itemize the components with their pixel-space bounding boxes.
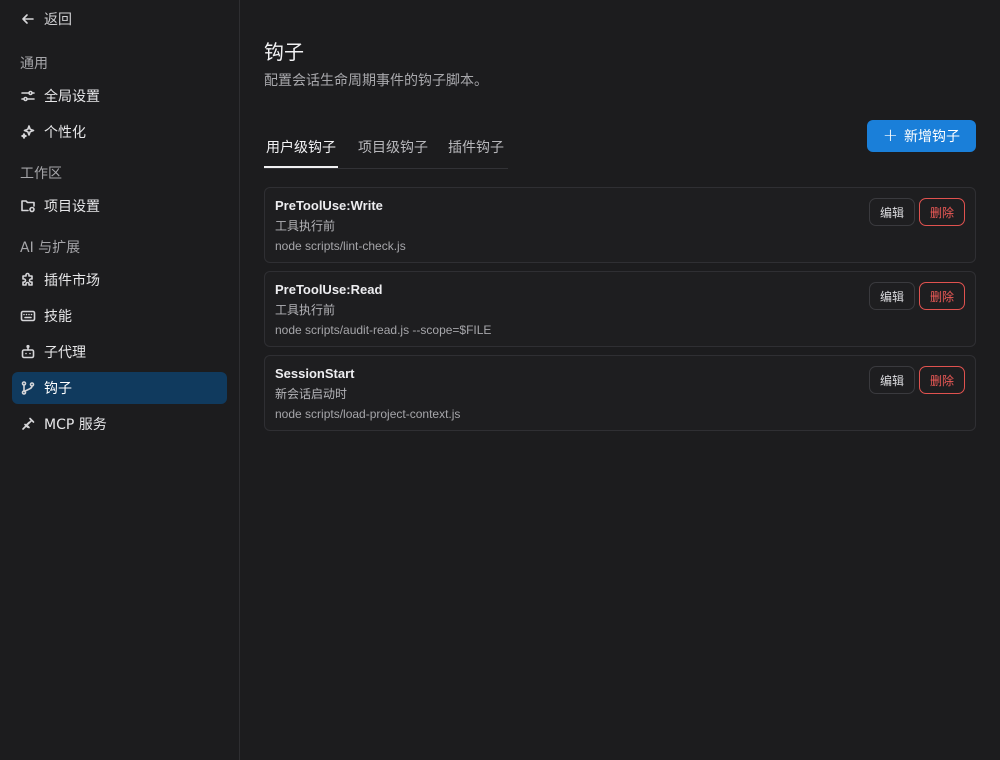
tab-label: 用户级钩子 [266,140,336,156]
delete-button[interactable]: 删除 [918,198,965,226]
sidebar-item-subagents[interactable]: 子代理 [12,336,227,368]
sidebar-item-global-settings[interactable]: 全局设置 [12,80,227,112]
hook-name: PreToolUse:Write [275,198,383,213]
main-content: 钩子 配置会话生命周期事件的钩子脚本。 用户级钩子 项目级钩子 插件钩子 + 新… [240,0,1000,760]
tab-project-hooks[interactable]: 项目级钩子 [358,128,428,168]
hook-command: node scripts/load-project-context.js [275,407,461,421]
edit-button[interactable]: 编辑 [868,282,915,310]
puzzle-icon [20,272,36,288]
hook-list: PreToolUse:Write 工具执行前 node scripts/lint… [264,187,976,431]
edit-button[interactable]: 编辑 [868,198,915,226]
page-description: 配置会话生命周期事件的钩子脚本。 [264,73,488,89]
edit-button[interactable]: 编辑 [868,366,915,394]
hook-name: PreToolUse:Read [275,282,383,297]
sidebar-item-project-settings[interactable]: 项目设置 [12,190,227,222]
section-label-workspace: 工作区 [20,166,62,182]
sidebar-item-label: 个性化 [44,125,86,141]
hook-command: node scripts/lint-check.js [275,239,406,253]
tab-plugin-hooks[interactable]: 插件钩子 [448,128,504,168]
tabs-row: 用户级钩子 项目级钩子 插件钩子 + 新增钩子 [264,120,976,169]
hook-event: 工具执行前 [275,219,336,233]
sidebar-item-skills[interactable]: 技能 [12,300,227,332]
tab-label: 插件钩子 [448,140,504,156]
delete-button[interactable]: 删除 [918,366,965,394]
sidebar-item-label: 插件市场 [44,273,100,289]
hook-name: SessionStart [275,366,355,381]
git-branch-icon [20,380,36,396]
hook-card: PreToolUse:Write 工具执行前 node scripts/lint… [264,187,976,263]
sidebar-item-mcp[interactable]: MCP 服务 [12,408,227,440]
back-label: 返回 [44,12,72,28]
sidebar-item-label: 项目设置 [44,199,100,215]
hook-actions: 编辑 删除 [868,366,965,394]
section-label-ai-extensions: AI 与扩展 [20,240,81,256]
sidebar-item-label: MCP 服务 [44,417,107,433]
sidebar-item-hooks[interactable]: 钩子 [12,372,227,404]
section-label-general: 通用 [20,56,48,72]
page-title: 钩子 [264,40,304,64]
sliders-icon [20,88,36,104]
plug-icon [20,416,36,432]
hook-event: 工具执行前 [275,303,336,317]
tab-user-hooks[interactable]: 用户级钩子 [264,128,338,168]
sidebar-item-label: 技能 [44,309,72,325]
add-hook-label: 新增钩子 [904,129,960,145]
folder-settings-icon [20,198,36,214]
sidebar-item-personalization[interactable]: 个性化 [12,116,227,148]
delete-button[interactable]: 删除 [918,282,965,310]
tab-label: 项目级钩子 [358,140,428,156]
plus-icon: + [882,125,898,146]
sidebar-item-label: 子代理 [44,345,86,361]
add-hook-button[interactable]: + 新增钩子 [866,120,976,152]
tab-bar: 用户级钩子 项目级钩子 插件钩子 [264,128,508,169]
hook-card: PreToolUse:Read 工具执行前 node scripts/audit… [264,271,976,347]
hook-actions: 编辑 删除 [868,282,965,310]
robot-icon [20,344,36,360]
app: 返回 通用 全局设置 个性化 工作区 项目设置 AI 与扩展 插件市场 技能 子… [0,0,1000,760]
sidebar-item-label: 全局设置 [44,89,100,105]
sidebar: 返回 通用 全局设置 个性化 工作区 项目设置 AI 与扩展 插件市场 技能 子… [0,0,240,760]
back-button[interactable]: 返回 [12,0,227,38]
sidebar-item-plugin-market[interactable]: 插件市场 [12,264,227,296]
sidebar-item-label: 钩子 [44,381,72,397]
arrow-left-icon [20,11,36,27]
sparkle-icon [20,124,36,140]
hook-actions: 编辑 删除 [868,198,965,226]
hook-card: SessionStart 新会话启动时 node scripts/load-pr… [264,355,976,431]
hook-event: 新会话启动时 [275,387,348,401]
hook-command: node scripts/audit-read.js --scope=$FILE [275,323,492,337]
keyboard-icon [20,308,36,324]
